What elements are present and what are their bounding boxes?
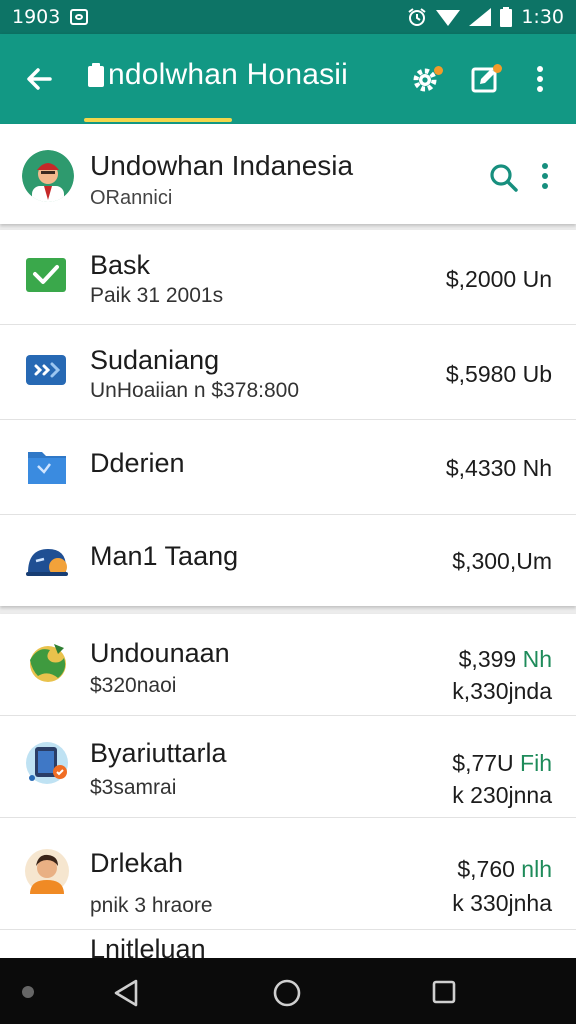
list-item[interactable]: Sudaniang UnHoaiian n $378:800 $,5980 Ub xyxy=(0,325,576,420)
transfer-icon xyxy=(26,355,66,385)
check-icon xyxy=(26,258,66,292)
signal-icon xyxy=(469,8,492,26)
more-vertical-icon xyxy=(537,66,543,92)
back-arrow-icon[interactable] xyxy=(22,62,56,96)
edit-badge xyxy=(493,64,502,73)
list-item[interactable]: Byariuttarla $3samrai $,77U Fih k 230jnn… xyxy=(0,716,576,818)
list-item[interactable]: Drlekah pnik 3 hraore $,760 nlh k 330jnh… xyxy=(0,818,576,930)
title-underline xyxy=(84,118,232,122)
folder-icon xyxy=(28,452,66,484)
helmet-icon xyxy=(26,549,68,576)
home-circle-icon[interactable] xyxy=(272,978,302,1008)
wifi-icon xyxy=(436,10,461,26)
edit-button[interactable] xyxy=(468,62,502,96)
battery-icon xyxy=(500,7,513,27)
tablet-icon xyxy=(26,742,68,784)
user-avatar-icon xyxy=(22,150,74,202)
status-time: 1:30 xyxy=(521,6,564,28)
list-item[interactable]: Man1 Taang $,300,Um xyxy=(0,515,576,606)
account-name: Undowhan Indanesia xyxy=(90,150,354,181)
account-subtitle: ORannici xyxy=(90,187,173,209)
list-item[interactable]: Bask Paik 31 2001s $,2000 Un xyxy=(0,230,576,325)
overflow-menu-button[interactable] xyxy=(528,62,552,96)
navigation-bar xyxy=(0,958,576,1024)
more-vertical-icon[interactable] xyxy=(533,160,557,194)
list-item[interactable]: Lnitleluan xyxy=(0,930,576,958)
status-bar: 1903 1:30 xyxy=(0,0,576,34)
alarm-icon xyxy=(408,8,426,26)
settings-badge xyxy=(434,66,443,75)
nav-dot-icon xyxy=(22,986,34,998)
clipboard-icon xyxy=(88,63,104,87)
list-item[interactable]: Undounaan $320naoi $,399 Nh k,330jnda xyxy=(0,614,576,716)
settings-button[interactable] xyxy=(408,62,443,96)
notification-icon xyxy=(70,9,89,25)
list-item[interactable]: Dderien $,4330 Nh xyxy=(0,420,576,515)
map-icon xyxy=(30,644,66,682)
app-title: ​ndolwhan Honasii xyxy=(108,58,349,91)
status-left-text: 1903 xyxy=(12,6,61,28)
transactions-card-2: Undounaan $320naoi $,399 Nh k,330jnda By… xyxy=(0,614,576,958)
search-icon[interactable] xyxy=(486,160,520,194)
person-icon xyxy=(25,849,69,894)
transactions-card-1: Bask Paik 31 2001s $,2000 Un Sudaniang U… xyxy=(0,230,576,606)
back-triangle-icon[interactable] xyxy=(112,978,142,1008)
app-bar: ​ndolwhan Honasii xyxy=(0,34,576,124)
avatar[interactable] xyxy=(22,150,74,202)
recents-square-icon[interactable] xyxy=(430,978,458,1006)
